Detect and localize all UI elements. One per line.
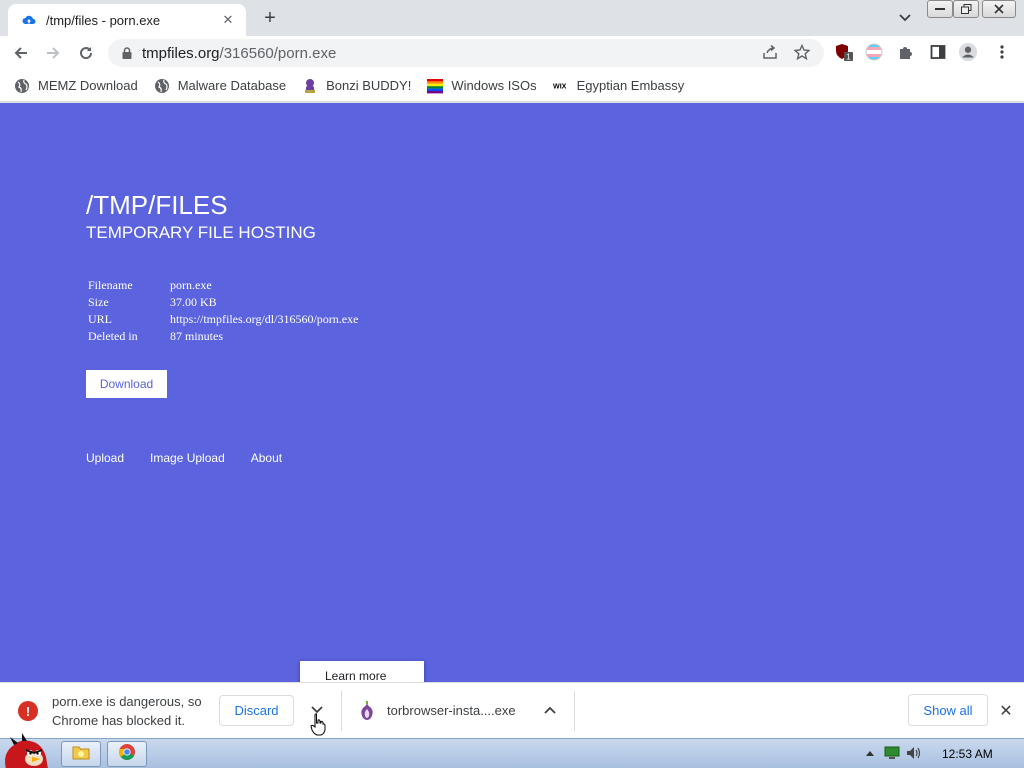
- download-shelf: ! porn.exe is dangerous, so Chrome has b…: [0, 682, 1024, 738]
- extension-badge: 1: [846, 53, 851, 62]
- bookmark-windows-isos[interactable]: Windows ISOs: [427, 78, 537, 94]
- bookmark-bonzi-buddy[interactable]: Bonzi BUDDY!: [302, 78, 411, 94]
- forward-button[interactable]: [40, 40, 66, 66]
- reload-button[interactable]: [73, 40, 99, 66]
- bookmark-label: Egyptian Embassy: [576, 78, 685, 93]
- menu-kebab-icon[interactable]: [992, 42, 1012, 62]
- info-value: https://tmpfiles.org/dl/316560/porn.exe: [170, 312, 359, 326]
- globe-icon: [14, 78, 30, 94]
- footer-links: Upload Image Upload About: [86, 451, 308, 465]
- close-tab-icon[interactable]: ✕: [220, 12, 236, 28]
- url-host: tmpfiles.org: [142, 44, 220, 62]
- bookmark-memz-download[interactable]: MEMZ Download: [14, 78, 138, 94]
- volume-icon[interactable]: [906, 745, 922, 761]
- taskbar-chrome-button[interactable]: [107, 741, 147, 767]
- rainbow-flag-icon: [427, 78, 444, 94]
- tab-active[interactable]: /tmp/files - porn.exe ✕: [8, 4, 246, 36]
- blocked-download-message: porn.exe is dangerous, so Chrome has blo…: [52, 694, 202, 728]
- close-window-button[interactable]: [982, 0, 1016, 18]
- profile-avatar-icon[interactable]: [958, 42, 978, 62]
- show-all-button[interactable]: Show all: [908, 694, 988, 726]
- info-value: 37.00 KB: [170, 295, 217, 309]
- wix-icon: WIX: [553, 78, 569, 94]
- url-path: /316560/porn.exe: [219, 44, 337, 62]
- globe-icon: [154, 78, 170, 94]
- restore-button[interactable]: [953, 0, 979, 18]
- tab-strip: /tmp/files - porn.exe ✕ +: [0, 0, 1024, 36]
- browser-toolbar: tmpfiles.org/316560/porn.exe 1: [0, 36, 1024, 70]
- discard-button[interactable]: Discard: [219, 695, 294, 726]
- extensions-puzzle-icon[interactable]: [896, 42, 916, 62]
- tor-onion-icon: [358, 701, 376, 721]
- lock-icon[interactable]: [120, 46, 134, 60]
- bookmark-label: Malware Database: [177, 78, 287, 93]
- bookmark-malware-database[interactable]: Malware Database: [154, 78, 286, 94]
- taskbar-explorer-button[interactable]: [61, 741, 101, 767]
- info-key: Size: [88, 295, 109, 309]
- new-tab-button[interactable]: +: [258, 6, 282, 30]
- svg-text:WIX: WIX: [553, 82, 567, 90]
- download-button[interactable]: Download: [86, 370, 167, 398]
- tab-title: /tmp/files - porn.exe: [46, 12, 161, 28]
- page-subtitle: TEMPORARY FILE HOSTING: [86, 223, 316, 242]
- ublock-extension-icon[interactable]: 1: [834, 42, 854, 62]
- bookmark-label: Windows ISOs: [451, 78, 537, 93]
- bookmarks-bar: MEMZ Download Malware Database Bonzi BUD…: [0, 70, 1024, 102]
- info-key: Filename: [88, 278, 133, 292]
- upload-link[interactable]: Upload: [86, 451, 124, 465]
- download-filename[interactable]: torbrowser-insta....exe: [387, 703, 516, 718]
- minimize-button[interactable]: [927, 0, 953, 18]
- share-icon[interactable]: [760, 42, 780, 62]
- network-icon[interactable]: [884, 745, 900, 761]
- start-button[interactable]: [0, 733, 52, 768]
- info-row-deleted-in: Deleted in 87 minutes: [88, 328, 358, 345]
- image-upload-link[interactable]: Image Upload: [150, 451, 225, 465]
- trans-flag-extension-icon[interactable]: [864, 42, 884, 62]
- page-title: /TMP/FILES: [86, 190, 228, 220]
- info-key: URL: [88, 312, 112, 326]
- chrome-icon: [118, 743, 136, 766]
- divider: [574, 691, 575, 731]
- info-row-url: URL https://tmpfiles.org/dl/316560/porn.…: [88, 311, 358, 328]
- bookmark-egyptian-embassy[interactable]: WIX Egyptian Embassy: [553, 78, 685, 94]
- folder-icon: [72, 744, 90, 765]
- bonzi-icon: [302, 78, 318, 94]
- info-value: 87 minutes: [170, 329, 223, 343]
- bookmark-label: Bonzi BUDDY!: [326, 78, 412, 93]
- info-value: porn.exe: [170, 278, 212, 292]
- bookmark-star-icon[interactable]: [792, 42, 812, 62]
- taskbar-clock[interactable]: 12:53 AM: [942, 747, 993, 761]
- side-panel-icon[interactable]: [928, 42, 948, 62]
- show-hidden-icons-icon[interactable]: [862, 745, 878, 761]
- address-bar[interactable]: tmpfiles.org/316560/porn.exe: [108, 39, 824, 67]
- taskbar: 12:53 AM: [0, 733, 1024, 768]
- info-key: Deleted in: [88, 329, 138, 343]
- tab-search-icon[interactable]: [895, 8, 915, 28]
- divider: [341, 691, 342, 731]
- page-content: /TMP/FILES TEMPORARY FILE HOSTING Filena…: [0, 103, 1024, 682]
- info-row-filename: Filename porn.exe: [88, 277, 358, 294]
- danger-warning-icon: !: [18, 701, 38, 721]
- bookmark-label: MEMZ Download: [38, 78, 138, 93]
- back-button[interactable]: [8, 40, 34, 66]
- close-shelf-icon[interactable]: ✕: [996, 701, 1016, 721]
- cloud-upload-icon: [22, 13, 36, 27]
- chevron-up-icon[interactable]: [541, 701, 559, 719]
- about-link[interactable]: About: [251, 451, 282, 465]
- file-info-table: Filename porn.exe Size 37.00 KB URL http…: [88, 277, 358, 345]
- info-row-size: Size 37.00 KB: [88, 294, 358, 311]
